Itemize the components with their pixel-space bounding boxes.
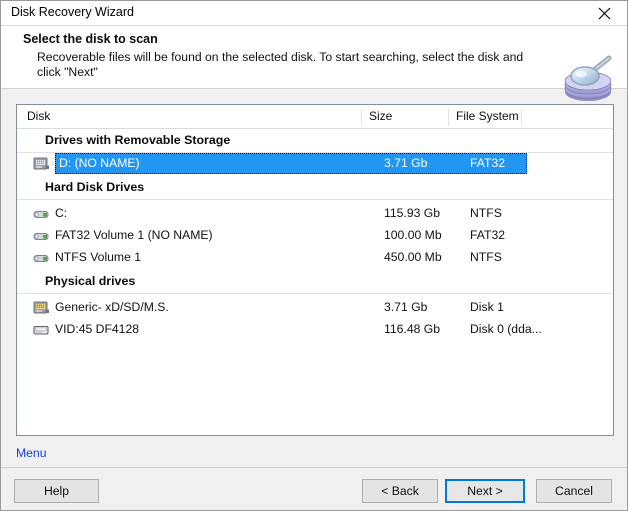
help-button[interactable]: Help [14,479,99,503]
group-label: Hard Disk Drives [45,180,144,194]
next-button[interactable]: Next > [445,479,525,503]
group-divider [17,199,613,200]
group-label: Drives with Removable Storage [45,133,230,147]
disk-size: 3.71 Gb [384,300,427,314]
disk-filesystem: Disk 1 [470,300,504,314]
list-item[interactable]: NTFS Volume 1 450.00 Mb NTFS [17,247,613,269]
disk-recovery-wizard-window: Disk Recovery Wizard Select the disk to … [0,0,628,511]
list-group-header: Drives with Removable Storage [17,129,613,153]
page-subtitle: Recoverable files will be found on the s… [37,50,537,80]
disk-name: C: [55,206,67,220]
wizard-header: Select the disk to scan Recoverable file… [1,26,627,89]
column-separator [448,108,449,126]
column-separator [361,108,362,126]
memory-card-reader-icon [33,300,50,316]
disk-size: 3.71 Gb [384,156,427,170]
list-item[interactable]: C: 115.93 Gb NTFS [17,203,613,225]
disk-size: 450.00 Mb [384,250,442,264]
group-divider [17,293,613,294]
memory-card-reader-icon [33,156,50,172]
button-bar: Help < Back Next > Cancel [1,467,627,510]
disk-filesystem: Disk 0 (dda... [470,322,542,336]
list-item[interactable]: D: (NO NAME) 3.71 Gb FAT32 [17,153,613,175]
column-header-disk[interactable]: Disk [27,109,50,123]
hard-drive-icon [33,228,50,244]
physical-disk-icon [33,322,50,338]
list-item[interactable]: VID:45 DF4128 116.48 Gb Disk 0 (dda... [17,319,613,341]
list-column-header: Disk Size File System [17,105,613,129]
title-bar: Disk Recovery Wizard [1,1,627,26]
list-item[interactable]: Generic- xD/SD/M.S. 3.71 Gb Disk 1 [17,297,613,319]
menu-link[interactable]: Menu [16,446,47,460]
list-item[interactable]: FAT32 Volume 1 (NO NAME) 100.00 Mb FAT32 [17,225,613,247]
disk-size: 116.48 Gb [384,322,440,336]
disk-size: 100.00 Mb [384,228,442,242]
disk-filesystem: NTFS [470,250,502,264]
disk-list-body[interactable]: Drives with Removable Storage [17,129,613,435]
close-icon[interactable] [582,1,627,25]
hard-drive-icon [33,206,50,222]
disk-filesystem: FAT32 [470,156,505,170]
cancel-button[interactable]: Cancel [536,479,612,503]
back-button[interactable]: < Back [362,479,438,503]
disk-name: VID:45 DF4128 [55,322,139,336]
column-header-size[interactable]: Size [369,109,392,123]
disk-filesystem: NTFS [470,206,502,220]
hard-drive-icon [33,250,50,266]
disk-name: D: (NO NAME) [59,156,140,170]
page-title: Select the disk to scan [23,32,158,46]
disk-name: NTFS Volume 1 [55,250,141,264]
group-label: Physical drives [45,274,135,288]
disk-list-panel[interactable]: Disk Size File System Drives with Remova… [16,104,614,436]
column-header-file-system[interactable]: File System [456,109,519,123]
list-group-header: Hard Disk Drives [17,176,613,200]
window-title: Disk Recovery Wizard [11,5,134,19]
magnifier-disk-icon [561,54,617,104]
disk-size: 115.93 Gb [384,206,440,220]
list-group-header: Physical drives [17,270,613,294]
disk-name: Generic- xD/SD/M.S. [55,300,169,314]
disk-name: FAT32 Volume 1 (NO NAME) [55,228,213,242]
column-separator [521,108,522,126]
disk-filesystem: FAT32 [470,228,505,242]
